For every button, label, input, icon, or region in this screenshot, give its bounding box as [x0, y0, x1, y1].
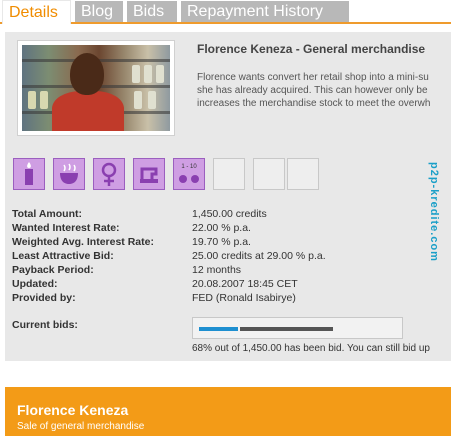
detail-label: Payback Period: — [12, 264, 94, 276]
candle-icon[interactable] — [13, 158, 45, 190]
current-bids-label: Current bids: — [12, 319, 78, 331]
detail-label: Weighted Avg. Interest Rate: — [12, 236, 154, 248]
detail-value: FED (Ronald Isabirye) — [192, 292, 296, 304]
detail-label: Updated: — [12, 278, 58, 290]
detail-value: 1,450.00 credits — [192, 208, 267, 220]
banner-subtitle: Sale of general merchandise — [17, 421, 145, 432]
rating-icon-label: 1 - 10 — [181, 164, 197, 170]
tab-repayment-history[interactable]: Repayment History — [181, 1, 349, 22]
empty-slot-icon — [213, 158, 245, 190]
borrower-photo-frame — [17, 40, 175, 136]
loan-details-table: Total Amount: 1,450.00 credits Wanted In… — [12, 207, 448, 305]
detail-value: 22.00 % p.a. — [192, 222, 251, 234]
tab-blog[interactable]: Blog — [75, 1, 123, 22]
empty-slot-icon — [253, 158, 285, 190]
sewing-machine-icon[interactable] — [133, 158, 165, 190]
borrower-banner: Florence Keneza Sale of general merchand… — [5, 387, 451, 436]
tab-bar: Details Blog Bids Repayment History — [0, 0, 451, 24]
loan-description-line: increases the merchandise stock to meet … — [197, 98, 431, 109]
detail-value: 20.08.2007 18:45 CET — [192, 278, 298, 290]
bids-progress-bar — [192, 317, 403, 339]
detail-value: 25.00 credits at 29.00 % p.a. — [192, 250, 326, 262]
female-symbol-icon[interactable] — [93, 158, 125, 190]
detail-row-wanted-interest: Wanted Interest Rate: 22.00 % p.a. — [12, 221, 448, 235]
loan-description-line: Florence wants convert her retail shop i… — [197, 72, 429, 83]
bids-progress-funded — [199, 327, 238, 331]
loan-description: Florence wants convert her retail shop i… — [197, 71, 451, 110]
detail-row-provided-by: Provided by: FED (Ronald Isabirye) — [12, 291, 448, 305]
tab-details[interactable]: Details — [2, 0, 71, 24]
detail-row-least-attractive-bid: Least Attractive Bid: 25.00 credits at 2… — [12, 249, 448, 263]
tab-bids[interactable]: Bids — [127, 1, 177, 22]
detail-label: Total Amount: — [12, 208, 82, 220]
loan-details-panel: Florence Keneza - General merchandise Fl… — [5, 32, 451, 361]
detail-row-total-amount: Total Amount: 1,450.00 credits — [12, 207, 448, 221]
borrower-photo — [22, 45, 170, 131]
bids-progress-remaining — [240, 327, 333, 331]
rating-icon[interactable]: 1 - 10 — [173, 158, 205, 190]
detail-row-updated: Updated: 20.08.2007 18:45 CET — [12, 277, 448, 291]
loan-title: Florence Keneza - General merchandise — [197, 42, 426, 56]
banner-borrower-name: Florence Keneza — [17, 402, 129, 418]
detail-row-payback-period: Payback Period: 12 months — [12, 263, 448, 277]
bids-status-text: 68% out of 1,450.00 has been bid. You ca… — [192, 343, 430, 354]
loan-description-line: she has already acquired. This can howev… — [197, 85, 428, 96]
detail-label: Least Attractive Bid: — [12, 250, 114, 262]
detail-label: Wanted Interest Rate: — [12, 222, 120, 234]
empty-slot-icon — [287, 158, 319, 190]
detail-row-weighted-interest: Weighted Avg. Interest Rate: 19.70 % p.a… — [12, 235, 448, 249]
detail-label: Provided by: — [12, 292, 76, 304]
detail-value: 12 months — [192, 264, 242, 276]
cooking-pot-icon[interactable] — [53, 158, 85, 190]
detail-value: 19.70 % p.a. — [192, 236, 251, 248]
